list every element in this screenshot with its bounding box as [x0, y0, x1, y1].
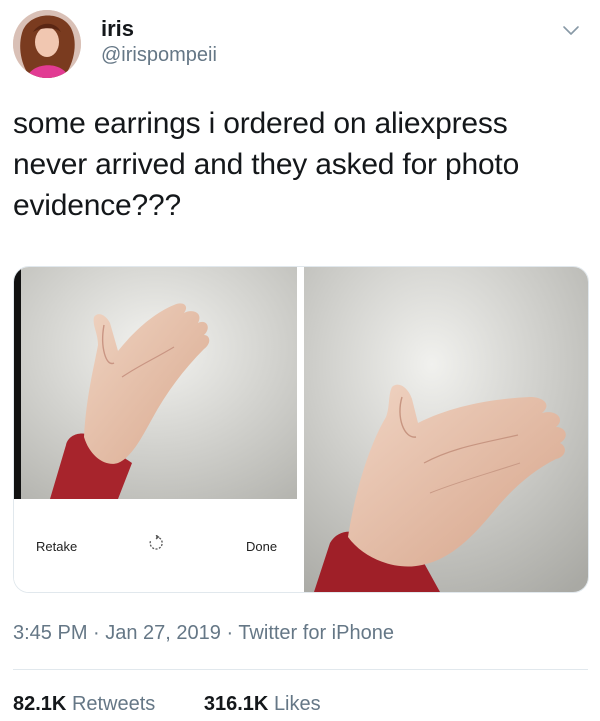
photo-left[interactable]: Retake Done	[14, 267, 297, 592]
author-handle[interactable]: @irispompeii	[101, 44, 217, 67]
divider-line	[13, 669, 588, 670]
retake-button[interactable]: Retake	[36, 539, 77, 554]
author-name[interactable]: iris	[101, 16, 134, 42]
hand-photo-left	[14, 267, 297, 499]
rotate-icon[interactable]	[148, 535, 164, 551]
retweets-label: Retweets	[71, 693, 156, 715]
hand-photo-right	[304, 267, 588, 592]
avatar[interactable]	[13, 10, 81, 78]
retweets-stat[interactable]: 82.1K Retweets	[13, 693, 161, 715]
tweet-text: some earrings i ordered on aliexpress ne…	[13, 107, 520, 222]
media-divider	[297, 267, 304, 592]
avatar-image	[13, 10, 81, 78]
likes-stat[interactable]: 316.1K Likes	[204, 693, 321, 715]
chevron-down-icon[interactable]	[559, 18, 583, 42]
photo-right[interactable]	[304, 267, 588, 592]
tweet-timestamp[interactable]: 3:45 PM · Jan 27, 2019 · Twitter for iPh…	[13, 622, 394, 645]
retweets-count: 82.1K	[13, 693, 67, 715]
likes-count: 316.1K	[203, 693, 269, 715]
tweet-media[interactable]: Retake Done	[13, 266, 589, 593]
likes-label: Likes	[273, 693, 321, 715]
tweet-stats: 82.1K Retweets 316.1K Likes	[13, 693, 364, 716]
done-button[interactable]: Done	[246, 539, 277, 554]
